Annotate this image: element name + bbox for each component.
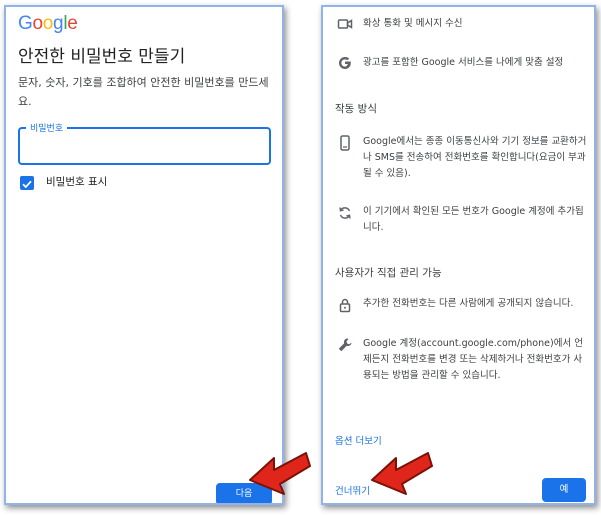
section-heading-how: 작동 방식 <box>335 103 377 115</box>
page-title: 안전한 비밀번호 만들기 <box>18 47 186 67</box>
section-heading-control: 사용자가 직접 관리 가능 <box>335 267 442 279</box>
skip-link[interactable]: 건너뛰기 <box>335 483 370 497</box>
password-label: 비밀번호 <box>26 121 68 134</box>
list-item: Google 계정(account.google.com/phone)에서 언제… <box>363 338 583 381</box>
show-password-label: 비밀번호 표시 <box>46 176 108 188</box>
google-g-icon <box>339 57 351 69</box>
phone-icon <box>340 135 350 151</box>
show-password-checkbox[interactable] <box>20 176 34 190</box>
sync-icon <box>339 207 351 219</box>
list-item: 화상 통화 및 메시지 수신 <box>363 18 463 29</box>
phone-number-info-screen: 화상 통화 및 메시지 수신 광고를 포함한 Google 서비스를 나에게 맞… <box>321 5 596 505</box>
google-logo: Google <box>18 13 78 34</box>
list-item: 추가한 전화번호는 다른 사람에게 공개되지 않습니다. <box>363 298 574 309</box>
list-item: Google에서는 종종 이동통신사와 기기 정보를 교환하거나 SMS를 전송… <box>363 136 587 179</box>
video-call-icon <box>337 19 353 29</box>
red-arrow-icon <box>249 452 311 495</box>
page-description: 문자, 숫자, 기호를 조합하여 안전한 비밀번호를 만드세요. <box>18 76 269 108</box>
yes-button[interactable]: 예 <box>542 478 586 502</box>
create-password-screen: Google 안전한 비밀번호 만들기 문자, 숫자, 기호를 조합하여 안전한… <box>4 5 284 505</box>
list-item: 이 기기에서 확인된 모든 번호가 Google 계정에 추가됩니다. <box>363 206 584 233</box>
wrench-icon <box>338 338 352 352</box>
red-arrow-icon <box>371 452 433 495</box>
list-item: 광고를 포함한 Google 서비스를 나에게 맞춤 설정 <box>363 57 564 68</box>
checkmark-icon <box>22 180 32 189</box>
more-options-link[interactable]: 옵션 더보기 <box>335 433 382 447</box>
lock-icon <box>339 298 351 313</box>
